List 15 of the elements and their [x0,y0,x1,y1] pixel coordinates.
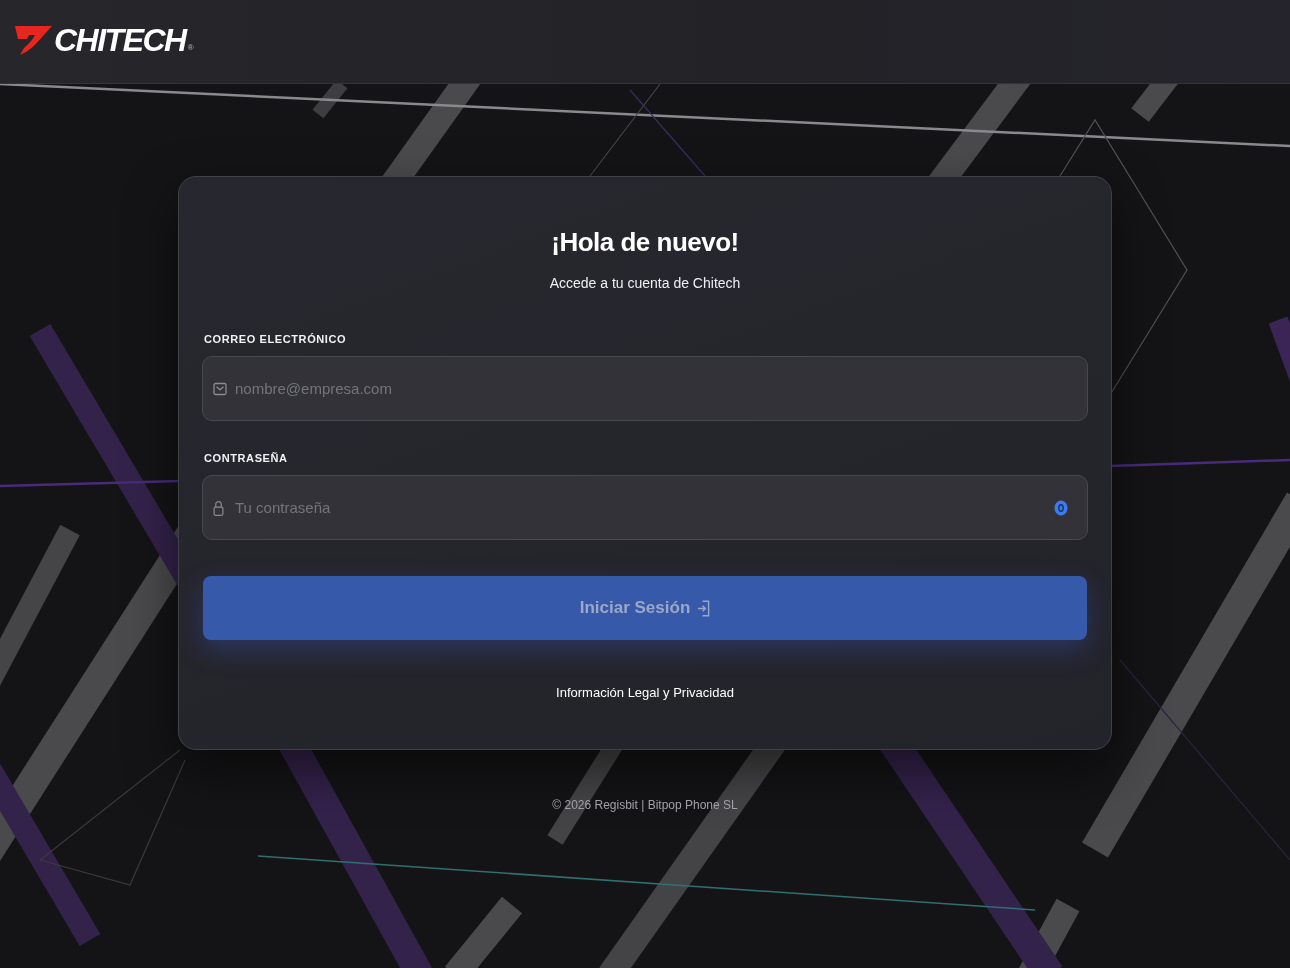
email-field[interactable]: nombre@empresa.com [202,356,1088,421]
card-title: ¡Hola de nuevo! [551,227,739,257]
eye-icon[interactable] [1054,499,1068,516]
padlock-icon [213,499,224,516]
logo-text: CHITECH [54,21,186,58]
field-label: CORREO ELECTRÓNICO [204,332,347,346]
legal-link[interactable]: Información Legal y Privacidad [556,684,734,702]
card-subtitle: Accede a tu cuenta de Chitech [549,274,741,292]
logo-icon [12,23,52,56]
enter-arrow-icon [697,599,711,617]
envelope-icon [213,381,227,396]
password-field[interactable]: Tu contraseña [202,475,1088,540]
registered-mark: ® [187,43,194,52]
footer-text: © 2026 Regisbit | Bitpop Phone SL [552,797,738,813]
field-label: CONTRASEÑA [204,451,288,465]
